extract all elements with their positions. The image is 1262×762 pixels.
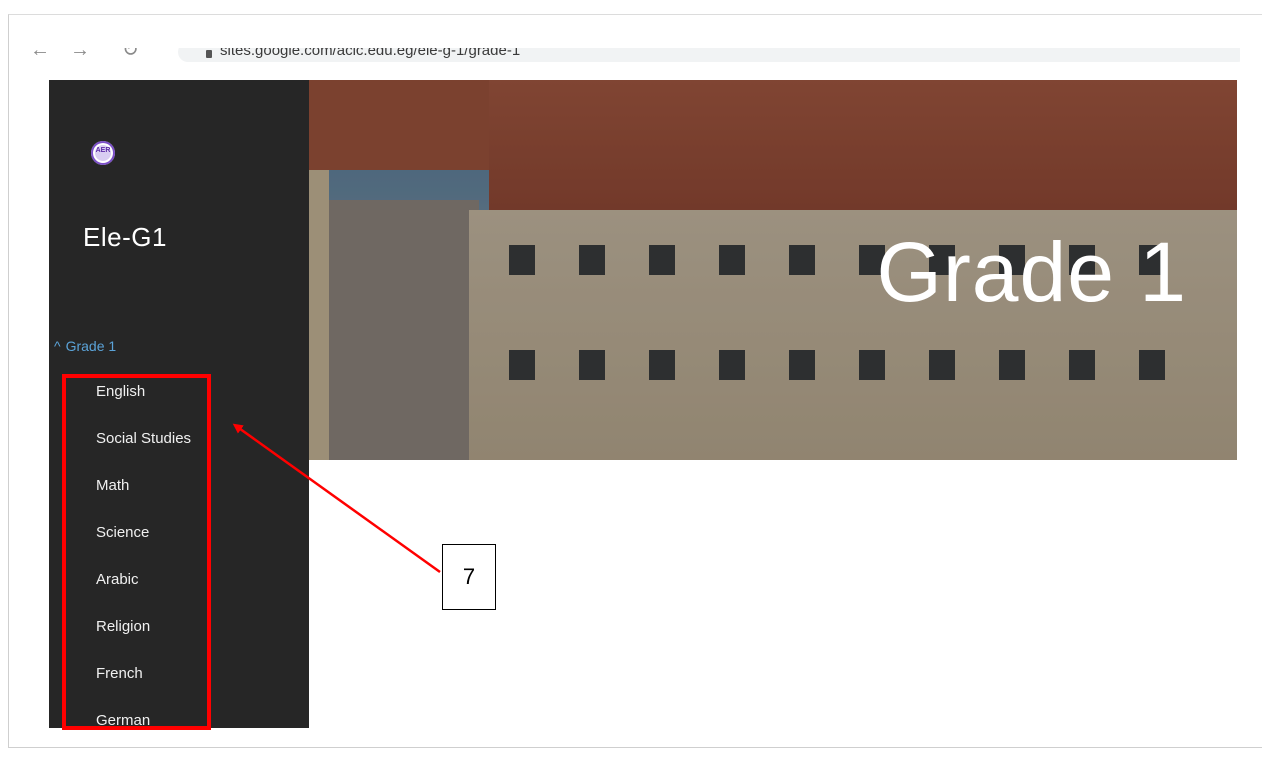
annotation-arrow bbox=[232, 423, 441, 574]
annotation-callout: 7 bbox=[442, 544, 496, 610]
